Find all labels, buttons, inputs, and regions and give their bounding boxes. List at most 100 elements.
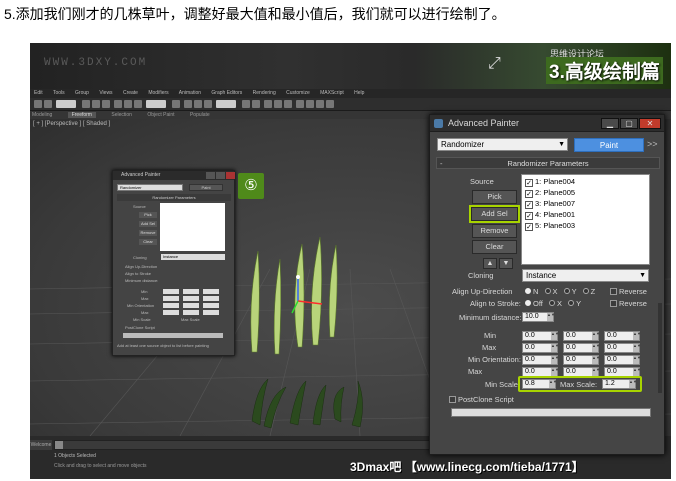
list-item[interactable]: ✓ 2: Plane005 [525,187,575,198]
add-sel-button[interactable]: Add Sel [469,205,520,223]
small-spinner[interactable] [183,303,199,308]
clear-button[interactable]: Clear [472,240,517,254]
min-y-spinner[interactable]: 0.0 ▲▼ [563,331,600,341]
list-item[interactable]: ✓ 3: Plane007 [525,198,575,209]
small-spinner[interactable] [183,296,199,301]
time-slider[interactable] [54,440,464,450]
tab-modeling[interactable]: Modeling [32,112,52,118]
mirror-icon[interactable] [242,100,250,108]
max-z-spinner[interactable]: 0.0 ▲▼ [604,343,641,353]
source-object-list[interactable]: ✓ 1: Plane004 ✓ 2: Plane005 ✓ 3: Plane007 ✓… [521,174,650,265]
render-setup-icon[interactable] [306,100,314,108]
percent-snap-icon[interactable] [204,100,212,108]
checkbox[interactable]: ✓ [525,212,533,220]
align-icon[interactable] [252,100,260,108]
min-x-spinner[interactable]: 0.0 ▲▼ [522,331,559,341]
menu-item-animation[interactable]: Animation [179,90,201,96]
small-spinner[interactable] [163,289,179,294]
spinner-arrows-icon[interactable]: ▲▼ [633,332,641,340]
maximize-button[interactable]: ▢ [620,118,638,129]
move-icon[interactable] [114,100,122,108]
reverse-up-toggle[interactable]: Reverse [610,287,647,296]
min-orient-y-spinner[interactable]: 0.0 ▲▼ [563,355,600,365]
radio-n[interactable] [525,288,531,294]
small-remove-button[interactable]: Remove [139,230,157,236]
small-clear-button[interactable]: Clear [139,239,157,245]
menu-item-maxscript[interactable]: MAXScript [320,90,344,96]
min-orient-x-spinner[interactable]: 0.0 ▲▼ [522,355,559,365]
expand-chevron-button[interactable]: >> [647,139,658,149]
tab-populate[interactable]: Populate [190,112,210,118]
preset-select[interactable]: Randomizer ▼ [437,138,568,151]
menu-item-views[interactable]: Views [99,90,112,96]
menu-item-rendering[interactable]: Rendering [253,90,276,96]
checkbox[interactable]: ✓ [525,179,533,187]
minimize-button[interactable]: ▁ [601,118,619,129]
dialog-titlebar[interactable]: Advanced Painter ▁ ▢ ✕ [430,115,664,132]
named-selection-dropdown[interactable] [216,100,236,108]
close-button[interactable]: ✕ [639,118,661,129]
snap-icon[interactable] [184,100,192,108]
remove-button[interactable]: Remove [472,224,517,238]
list-item[interactable]: ✓ 5: Plane003 [525,220,575,231]
radio-z[interactable] [582,288,589,294]
small-minimize-button[interactable] [206,172,215,179]
checkbox[interactable]: ✓ [525,223,533,231]
spinner-arrows-icon[interactable]: ▲▼ [592,332,600,340]
menu-item-group[interactable]: Group [75,90,89,96]
postclone-script-field[interactable] [451,408,651,417]
spinner-arrows-icon[interactable]: ▲▼ [547,313,555,321]
spinner-arrows-icon[interactable]: ▲▼ [592,368,600,376]
select-icon[interactable] [82,100,90,108]
radio-y[interactable] [563,288,570,294]
menu-item-graph-editors[interactable]: Graph Editors [211,90,242,96]
radio-off[interactable] [525,300,531,306]
small-paint-button[interactable]: Paint [189,184,223,191]
menu-item-help[interactable]: Help [354,90,364,96]
small-preset-select[interactable]: Randomizer [117,184,183,191]
spinner-arrows-icon[interactable]: ▲▼ [592,356,600,364]
pivot-icon[interactable] [172,100,180,108]
min-orient-z-spinner[interactable]: 0.0 ▲▼ [604,355,641,365]
pick-button[interactable]: Pick [472,190,517,204]
checkbox[interactable] [610,300,617,307]
viewport-label[interactable]: [ + ] [Perspective ] [ Shaded ] [33,121,110,127]
small-spinner[interactable] [163,310,179,315]
small-add-sel-button[interactable]: Add Sel [139,221,157,227]
small-rollout-header[interactable]: Randomizer Parameters [117,194,231,201]
radio-x[interactable] [548,300,555,306]
region-icon[interactable] [102,100,110,108]
spinner-arrows-icon[interactable]: ▲▼ [551,344,559,352]
min-z-spinner[interactable]: 0.0 ▲▼ [604,331,641,341]
small-spinner[interactable] [203,296,219,301]
max-y-spinner[interactable]: 0.0 ▲▼ [563,343,600,353]
checkbox[interactable] [610,288,617,295]
list-item[interactable]: ✓ 1: Plane004 [525,176,575,187]
small-cloning-select[interactable]: Instance [161,254,225,260]
cloning-select[interactable]: Instance ▼ [522,269,649,282]
spinner-arrows-icon[interactable]: ▲▼ [633,368,641,376]
dialog-scrollbar[interactable] [658,303,662,393]
small-spinner[interactable] [183,310,199,315]
reverse-stroke-toggle[interactable]: Reverse [610,299,647,308]
schematic-icon[interactable] [284,100,292,108]
curve-editor-icon[interactable] [274,100,282,108]
layer-icon[interactable] [264,100,272,108]
spinner-arrows-icon[interactable]: ▲▼ [551,368,559,376]
paint-button[interactable]: Paint [574,138,644,152]
menu-item-create[interactable]: Create [123,90,138,96]
postclone-toggle[interactable]: PostClone Script [449,395,514,404]
checkbox[interactable] [449,396,456,403]
min-distance-spinner[interactable]: 10.0 ▲▼ [522,312,555,322]
radio-y[interactable] [568,300,575,306]
time-slider-thumb[interactable] [55,441,63,449]
menu-item-customize[interactable]: Customize [286,90,310,96]
welcome-tab[interactable]: Welcome [30,440,52,450]
small-spinner[interactable] [183,289,199,294]
angle-snap-icon[interactable] [194,100,202,108]
small-pick-button[interactable]: Pick [139,212,157,218]
tab-freeform[interactable]: Freeform [67,112,96,118]
rotate-icon[interactable] [124,100,132,108]
spinner-arrows-icon[interactable]: ▲▼ [633,356,641,364]
menu-item-edit[interactable]: Edit [34,90,43,96]
